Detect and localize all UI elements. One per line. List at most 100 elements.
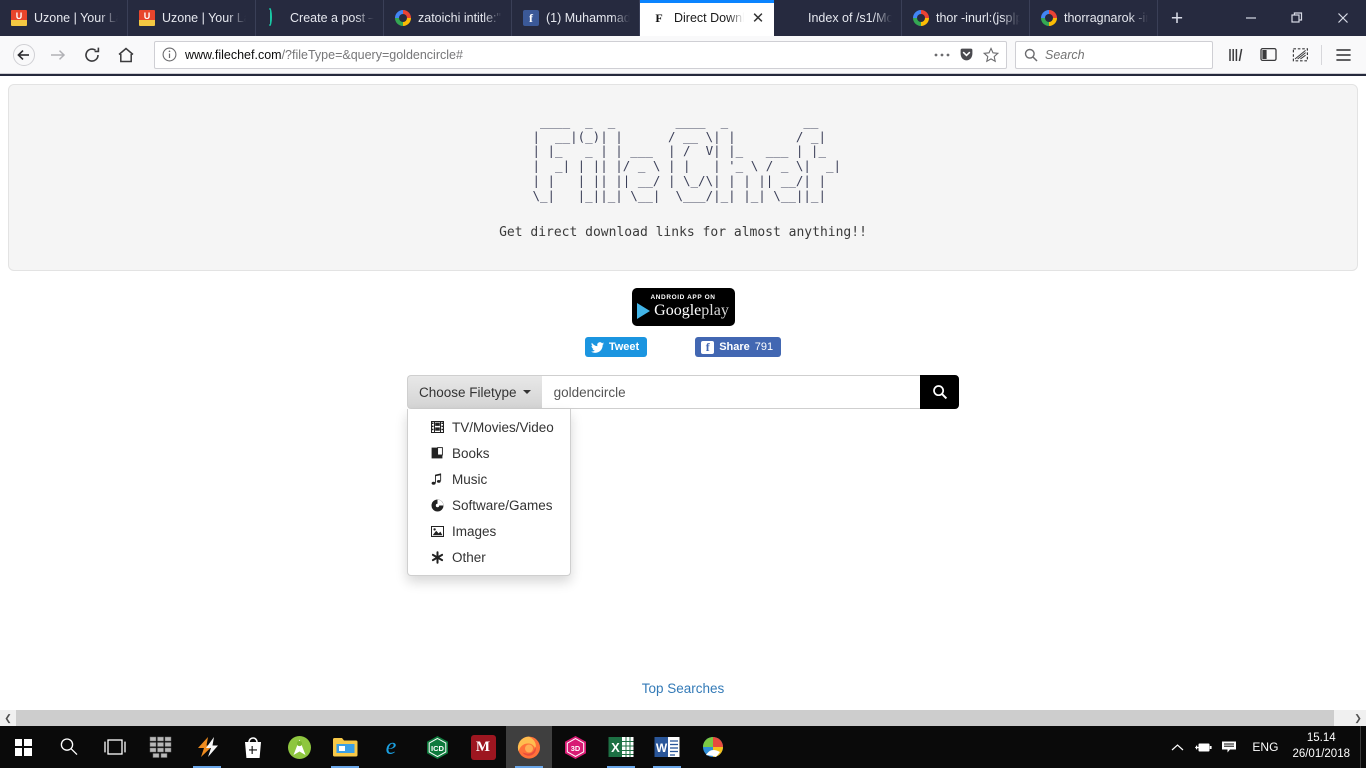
task-view-button[interactable] — [92, 726, 138, 768]
svg-text:X: X — [611, 740, 620, 755]
tab-label: zatoichi intitle:"i — [418, 11, 502, 25]
windows-start-icon — [14, 738, 32, 756]
hero-banner: ____ _ _ ____ _ __ | __|(_)| | / __ \| |… — [8, 84, 1358, 271]
page-actions-icon[interactable] — [934, 52, 950, 58]
chevron-up-icon[interactable] — [1164, 726, 1190, 768]
android-studio-icon[interactable] — [276, 726, 322, 768]
scrollbar-track[interactable] — [16, 710, 1350, 726]
filetype-option-images[interactable]: Images — [408, 518, 570, 544]
back-icon[interactable] — [8, 40, 40, 70]
filetype-option-music[interactable]: Music — [408, 466, 570, 492]
top-searches-link[interactable]: Top Searches — [0, 681, 1366, 696]
icd-icon[interactable]: ICD — [414, 726, 460, 768]
choose-filetype-button[interactable]: Choose Filetype — [407, 375, 542, 409]
google-play-triangle-icon — [637, 303, 651, 320]
browser-tab[interactable]: f (1) Muhammad — [512, 0, 640, 36]
windows-store-tiles-icon[interactable] — [138, 726, 184, 768]
start-button[interactable] — [0, 726, 46, 768]
menu-icon[interactable] — [1328, 40, 1358, 70]
browser-window: U Uzone | Your Lat U Uzone | Your Lat Cr… — [0, 0, 1366, 726]
screenshot-icon[interactable] — [1285, 40, 1315, 70]
google-play-main: Googleplay — [637, 302, 729, 320]
choose-filetype-label: Choose Filetype — [419, 384, 517, 400]
filetype-option-books[interactable]: Books — [408, 440, 570, 466]
filetype-option-other[interactable]: Other — [408, 544, 570, 570]
tab-label: (1) Muhammad — [546, 11, 630, 25]
taskbar-search-button[interactable] — [46, 726, 92, 768]
system-tray: ENG 15.14 26/01/2018 — [1164, 726, 1366, 768]
minimize-button[interactable] — [1228, 0, 1274, 36]
reload-icon[interactable] — [76, 40, 108, 70]
task-view-icon — [104, 739, 126, 755]
disc-icon — [430, 498, 444, 512]
book-icon — [430, 446, 444, 460]
google-icon — [913, 10, 929, 26]
tweet-button[interactable]: Tweet — [584, 337, 648, 357]
filetype-option-software-games[interactable]: Software/Games — [408, 492, 570, 518]
search-submit-button[interactable] — [920, 375, 959, 409]
notification-icon[interactable] — [1216, 726, 1242, 768]
show-desktop-button[interactable] — [1360, 726, 1366, 768]
scrollbar-thumb[interactable] — [16, 710, 1334, 726]
pocket-icon[interactable] — [959, 47, 974, 62]
google-icon — [1041, 10, 1057, 26]
3d-builder-icon[interactable]: 3D — [552, 726, 598, 768]
browser-tab[interactable]: Index of /s1/Movie/K — [774, 0, 902, 36]
close-icon[interactable]: ✕ — [751, 11, 765, 26]
file-explorer-icon[interactable] — [322, 726, 368, 768]
language-indicator[interactable]: ENG — [1242, 740, 1288, 754]
forward-icon[interactable] — [42, 40, 74, 70]
winamp-icon[interactable] — [184, 726, 230, 768]
new-tab-button[interactable]: + — [1158, 0, 1196, 36]
excel-icon[interactable]: X — [598, 726, 644, 768]
search-input[interactable]: Search — [1015, 40, 1213, 69]
toolbar-divider — [1321, 44, 1322, 65]
close-button[interactable] — [1320, 0, 1366, 36]
bookmark-star-icon[interactable] — [983, 46, 999, 63]
home-icon[interactable] — [110, 40, 142, 70]
page-content: ____ _ _ ____ _ __ | __|(_)| | / __ \| |… — [0, 76, 1366, 710]
browser-tab[interactable]: thorragnarok -in — [1030, 0, 1158, 36]
share-count: 791 — [754, 341, 774, 353]
ie-glyph: e — [385, 734, 397, 760]
mendeley-icon[interactable]: M — [460, 726, 506, 768]
share-button[interactable]: f Share 791 — [695, 337, 782, 357]
google-word: Google — [654, 302, 702, 320]
blank-icon — [785, 10, 801, 26]
info-icon[interactable] — [162, 47, 177, 62]
tab-strip: U Uzone | Your Lat U Uzone | Your Lat Cr… — [0, 0, 1366, 36]
browser-tab[interactable]: U Uzone | Your Lat — [128, 0, 256, 36]
firefox-icon[interactable] — [506, 726, 552, 768]
filetype-option-tv-movies-video[interactable]: TV/Movies/Video — [408, 414, 570, 440]
mendeley-m-glyph: M — [470, 734, 496, 760]
tab-label: Index of /s1/Movie/K — [808, 11, 892, 25]
svg-text:3D: 3D — [570, 743, 580, 752]
asterisk-icon — [430, 550, 444, 564]
browser-tab[interactable]: thor -inurl:(jsp|p — [902, 0, 1030, 36]
url-bar[interactable]: www.filechef.com/?fileType=&query=golden… — [154, 40, 1007, 69]
restore-button[interactable] — [1274, 0, 1320, 36]
paint3d-icon[interactable] — [690, 726, 736, 768]
library-icon[interactable] — [1221, 40, 1251, 70]
browser-tab[interactable]: zatoichi intitle:"i — [384, 0, 512, 36]
svg-text:W: W — [656, 741, 668, 755]
sidebar-icon[interactable] — [1253, 40, 1283, 70]
microsoft-store-icon[interactable] — [230, 726, 276, 768]
clock[interactable]: 15.14 26/01/2018 — [1288, 731, 1360, 762]
music-note-icon — [430, 472, 444, 486]
google-play-badge[interactable]: ANDROID APP ON Googleplay — [631, 288, 735, 326]
tab-label: thorragnarok -in — [1064, 11, 1148, 25]
internet-explorer-icon[interactable]: e — [368, 726, 414, 768]
toolbar-right — [1221, 40, 1358, 70]
browser-tab[interactable]: U Uzone | Your Lat — [0, 0, 128, 36]
browser-tab-active[interactable]: F Direct Downl ✕ — [640, 0, 774, 36]
query-input[interactable] — [541, 375, 920, 409]
scroll-left-arrow-icon[interactable]: ❮ — [0, 710, 16, 726]
battery-icon[interactable] — [1190, 726, 1216, 768]
horizontal-scrollbar[interactable]: ❮ ❯ — [0, 710, 1366, 726]
browser-tab[interactable]: Create a post — — [256, 0, 384, 36]
filetype-option-label: Books — [452, 445, 490, 461]
word-icon[interactable]: W — [644, 726, 690, 768]
ring-icon — [267, 8, 283, 26]
scroll-right-arrow-icon[interactable]: ❯ — [1350, 710, 1366, 726]
